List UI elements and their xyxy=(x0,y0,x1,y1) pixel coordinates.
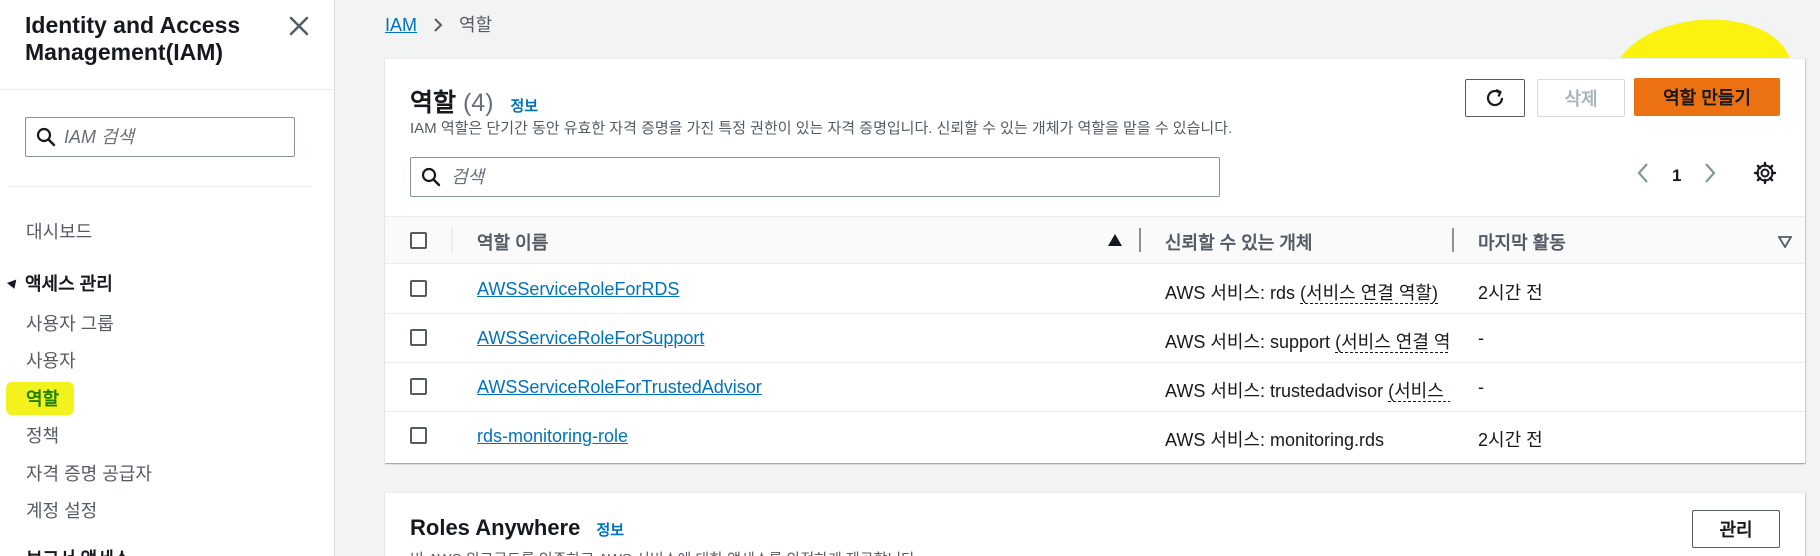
column-divider[interactable] xyxy=(1452,228,1454,252)
sidebar-item-roles[interactable]: 역할 xyxy=(26,385,59,411)
sidebar-item-dashboard[interactable]: 대시보드 xyxy=(26,218,92,244)
column-divider xyxy=(451,228,453,252)
delete-button[interactable]: 삭제 xyxy=(1537,79,1625,117)
role-name-link[interactable]: AWSServiceRoleForSupport xyxy=(477,328,704,349)
sidebar-search-input[interactable] xyxy=(64,124,284,150)
sidebar-item-account-settings[interactable]: 계정 설정 xyxy=(26,497,97,523)
sort-ascending-icon[interactable] xyxy=(1108,233,1122,251)
table-row: rds-monitoring-role AWS 서비스: monitoring.… xyxy=(385,412,1805,461)
caret-down-icon xyxy=(6,279,20,291)
refresh-button[interactable] xyxy=(1465,79,1525,117)
roles-anywhere-title: Roles Anywhere 정보 xyxy=(410,515,624,541)
search-icon xyxy=(421,167,441,192)
service-linked-role-label[interactable]: (서비스 연결 역할) xyxy=(1300,283,1438,304)
roles-anywhere-title-text: Roles Anywhere xyxy=(410,515,581,540)
chevron-right-icon xyxy=(432,15,449,35)
chevron-right-icon[interactable] xyxy=(1702,161,1718,190)
sidebar-search[interactable] xyxy=(25,117,295,157)
roles-search-input[interactable] xyxy=(451,164,1191,190)
divider xyxy=(9,186,311,187)
trusted-entity-text: AWS 서비스: rds xyxy=(1165,283,1296,303)
table-row: AWSServiceRoleForSupport AWS 서비스: suppor… xyxy=(385,314,1805,363)
close-icon[interactable] xyxy=(285,12,313,40)
column-header-last-activity[interactable]: 마지막 활동 xyxy=(1478,229,1566,255)
role-count: (4) xyxy=(462,89,494,117)
sidebar-section-label: 액세스 관리 xyxy=(25,274,113,294)
breadcrumb: IAM 역할 xyxy=(385,11,492,37)
role-name-link[interactable]: AWSServiceRoleForTrustedAdvisor xyxy=(477,377,762,398)
column-header-trusted[interactable]: 신뢰할 수 있는 개체 xyxy=(1165,229,1312,255)
sidebar-section-access[interactable]: 액세스 관리 xyxy=(6,270,113,296)
divider xyxy=(0,89,335,90)
trusted-entity-text: AWS 서비스: support xyxy=(1165,332,1331,352)
table-row: AWSServiceRoleForTrustedAdvisor AWS 서비스:… xyxy=(385,363,1805,412)
trusted-entity: AWS 서비스: monitoring.rds xyxy=(1165,426,1450,452)
breadcrumb-iam[interactable]: IAM xyxy=(385,15,417,35)
last-activity: 2시간 전 xyxy=(1478,430,1543,450)
table-header: 역할 이름 신뢰할 수 있는 개체 마지막 활동 xyxy=(385,216,1805,264)
select-all-checkbox[interactable] xyxy=(410,232,427,249)
row-checkbox[interactable] xyxy=(410,378,427,395)
column-divider[interactable] xyxy=(1139,228,1141,252)
trusted-entity: AWS 서비스: rds (서비스 연결 역할) xyxy=(1165,279,1450,305)
roles-search[interactable] xyxy=(410,157,1220,197)
search-icon xyxy=(36,127,56,152)
last-activity: - xyxy=(1478,328,1484,348)
sort-icon[interactable] xyxy=(1777,235,1793,253)
row-checkbox[interactable] xyxy=(410,280,427,297)
trusted-entity: AWS 서비스: trustedadvisor (서비스 연결 역할) xyxy=(1165,377,1450,403)
trusted-entity-text: AWS 서비스: trustedadvisor xyxy=(1165,381,1384,401)
service-linked-role-label[interactable]: (서비스 연결 역할) xyxy=(1335,332,1450,353)
sidebar-section-reports[interactable]: 보고서 액세스 xyxy=(26,545,130,556)
last-activity: 2시간 전 xyxy=(1478,283,1543,303)
sidebar: Identity and Access Management(IAM) 대시보드… xyxy=(0,0,335,556)
panel-title-text: 역할 xyxy=(410,89,457,117)
info-link[interactable]: 정보 xyxy=(596,522,624,539)
sidebar-item-identity-providers[interactable]: 자격 증명 공급자 xyxy=(26,460,152,486)
roles-panel: 역할 (4) 정보 IAM 역할은 단기간 동안 유효한 자격 증명을 가진 특… xyxy=(385,58,1805,463)
sidebar-item-policies[interactable]: 정책 xyxy=(26,422,59,448)
create-role-button[interactable]: 역할 만들기 xyxy=(1634,78,1780,116)
breadcrumb-current: 역할 xyxy=(459,15,493,35)
sidebar-title[interactable]: Identity and Access Management(IAM) xyxy=(25,12,255,66)
row-checkbox[interactable] xyxy=(410,427,427,444)
trusted-entity-text: AWS 서비스: monitoring.rds xyxy=(1165,430,1385,450)
roles-anywhere-description: 비 AWS 워크로드를 인증하고 AWS 서비스에 대한 액세스를 안전하게 제… xyxy=(410,548,919,556)
column-header-name[interactable]: 역할 이름 xyxy=(477,229,548,255)
panel-description: IAM 역할은 단기간 동안 유효한 자격 증명을 가진 특정 권한이 있는 자… xyxy=(410,120,1233,137)
sidebar-item-user-groups[interactable]: 사용자 그룹 xyxy=(26,310,114,336)
info-link[interactable]: 정보 xyxy=(510,98,538,115)
role-name-link[interactable]: AWSServiceRoleForRDS xyxy=(477,279,679,300)
role-name-link[interactable]: rds-monitoring-role xyxy=(477,426,628,447)
sidebar-item-users[interactable]: 사용자 xyxy=(26,347,76,373)
service-linked-role-label[interactable]: (서비스 연결 역할) xyxy=(1388,381,1450,402)
manage-button[interactable]: 관리 xyxy=(1692,510,1780,548)
page-number[interactable]: 1 xyxy=(1672,166,1681,186)
refresh-icon xyxy=(1486,88,1504,107)
trusted-entity: AWS 서비스: support (서비스 연결 역할) xyxy=(1165,328,1450,354)
row-checkbox[interactable] xyxy=(410,329,427,346)
chevron-left-icon[interactable] xyxy=(1635,161,1651,190)
roles-anywhere-panel: Roles Anywhere 정보 비 AWS 워크로드를 인증하고 AWS 서… xyxy=(385,492,1805,556)
panel-title: 역할 (4) 정보 xyxy=(410,83,538,119)
table-row: AWSServiceRoleForRDS AWS 서비스: rds (서비스 연… xyxy=(385,265,1805,314)
gear-icon[interactable] xyxy=(1753,161,1777,190)
last-activity: - xyxy=(1478,377,1484,397)
